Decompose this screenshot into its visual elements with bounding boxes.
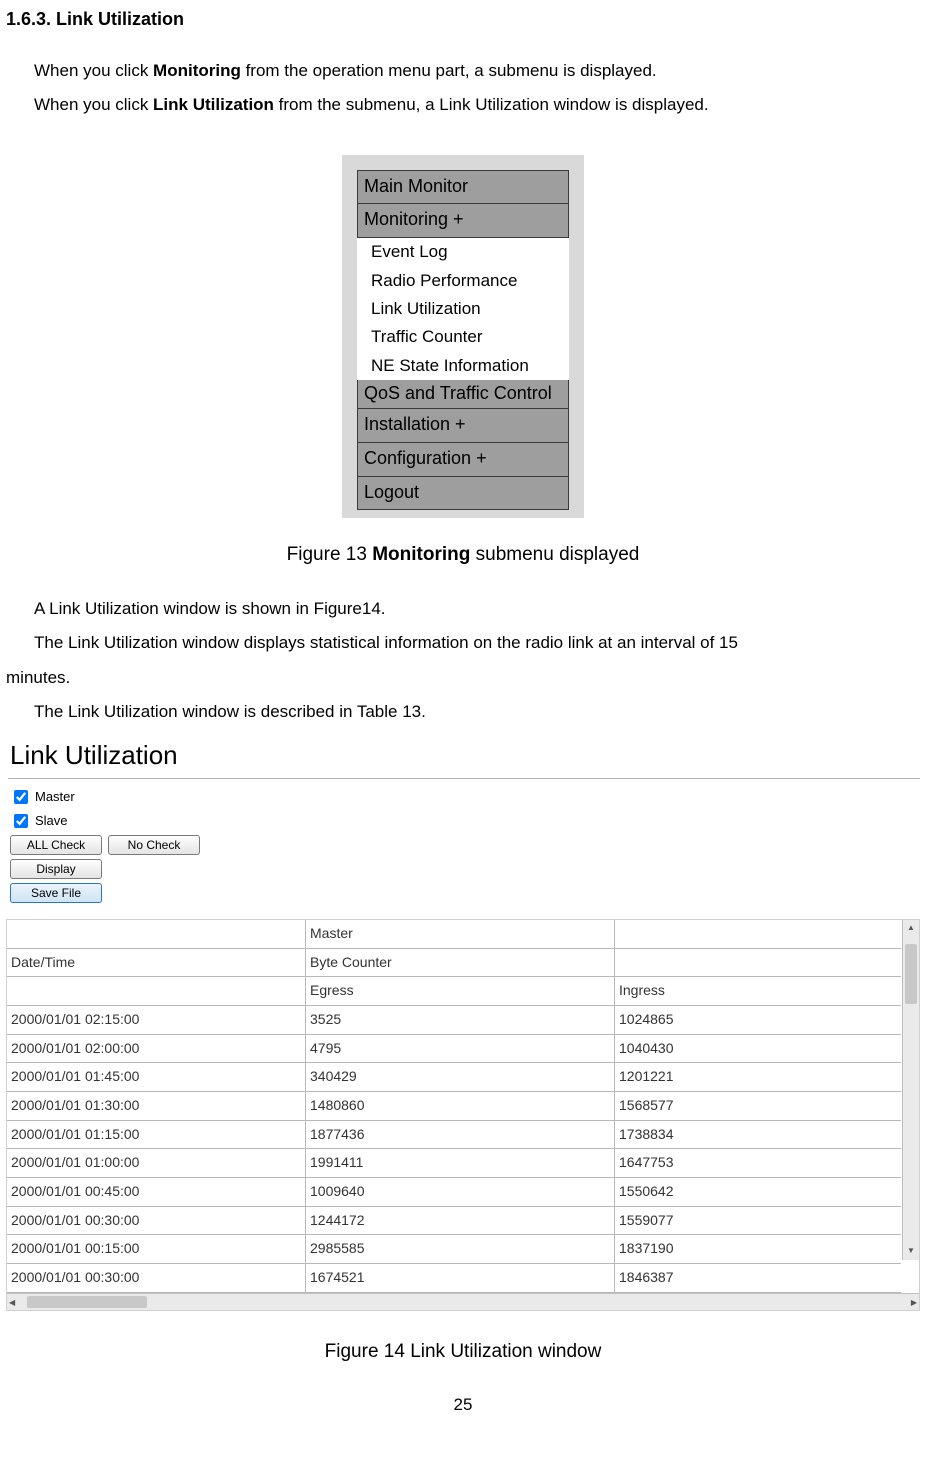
table-row: 2000/01/01 02:15:0035251024865 (7, 1005, 901, 1034)
cell-egress: 1009640 (306, 1178, 615, 1207)
cell-datetime: 2000/01/01 02:00:00 (7, 1034, 306, 1063)
master-checkbox[interactable] (14, 790, 28, 804)
text: When you click (34, 95, 153, 114)
cell-datetime: 2000/01/01 01:45:00 (7, 1063, 306, 1092)
cell-ingress: 1837190 (615, 1235, 902, 1264)
cell-ingress: 1568577 (615, 1091, 902, 1120)
figure14-window: Link Utilization Master Slave ALL Check … (6, 729, 922, 1311)
vertical-scrollbar[interactable] (902, 920, 919, 1260)
cell-ingress: 1024865 (615, 1005, 902, 1034)
cell-datetime: 2000/01/01 02:15:00 (7, 1005, 306, 1034)
submenu-item-ne-state[interactable]: NE State Information (357, 352, 569, 380)
master-label: Master (35, 787, 75, 807)
display-button[interactable]: Display (10, 859, 102, 879)
submenu-item-event-log[interactable]: Event Log (357, 238, 569, 266)
table-row: 2000/01/01 00:30:0016745211846387 (7, 1264, 901, 1293)
slave-checkbox[interactable] (14, 814, 28, 828)
table-row: 2000/01/01 01:15:0018774361738834 (7, 1120, 901, 1149)
all-check-button[interactable]: ALL Check (10, 835, 102, 855)
cell-egress: 340429 (306, 1063, 615, 1092)
slave-label: Slave (35, 811, 68, 831)
cell-egress: 1674521 (306, 1264, 615, 1293)
text: from the submenu, a Link Utilization win… (274, 95, 709, 114)
table-row: 2000/01/01 01:00:0019914111647753 (7, 1149, 901, 1178)
cell-ingress: 1738834 (615, 1120, 902, 1149)
mid-p1: A Link Utilization window is shown in Fi… (34, 596, 920, 622)
cell-datetime: 2000/01/01 01:30:00 (7, 1091, 306, 1120)
scrollbar-thumb[interactable] (905, 944, 917, 1004)
cell-ingress: 1647753 (615, 1149, 902, 1178)
mid-p2: The Link Utilization window displays sta… (34, 630, 920, 656)
cell-ingress: 1201221 (615, 1063, 902, 1092)
figure13-caption: Figure 13 Monitoring submenu displayed (6, 540, 920, 569)
menu-item-installation[interactable]: Installation + (357, 409, 569, 443)
cell-ingress: 1040430 (615, 1034, 902, 1063)
cell-datetime: 2000/01/01 01:15:00 (7, 1120, 306, 1149)
text: from the operation menu part, a submenu … (241, 61, 657, 80)
table-row: 2000/01/01 00:15:0029855851837190 (7, 1235, 901, 1264)
col-egress: Egress (306, 977, 615, 1006)
text-bold: Monitoring (372, 544, 470, 565)
link-utilization-title: Link Utilization (6, 729, 922, 777)
cell-datetime: 2000/01/01 00:30:00 (7, 1264, 306, 1293)
menu-item-monitoring[interactable]: Monitoring + (357, 204, 569, 238)
mid-p2b: minutes. (6, 665, 920, 691)
cell-ingress: 1846387 (615, 1264, 902, 1293)
text-bold: Monitoring (153, 61, 241, 80)
cell-egress: 3525 (306, 1005, 615, 1034)
cell-datetime: 2000/01/01 00:30:00 (7, 1206, 306, 1235)
cell-egress: 2985585 (306, 1235, 615, 1264)
cell-datetime: 2000/01/01 00:45:00 (7, 1178, 306, 1207)
intro-p2: When you click Link Utilization from the… (34, 92, 920, 118)
text: submenu displayed (470, 544, 639, 565)
table-row: 2000/01/01 02:00:0047951040430 (7, 1034, 901, 1063)
cell-ingress: 1559077 (615, 1206, 902, 1235)
mid-p3: The Link Utilization window is described… (34, 699, 920, 725)
cell-egress: 1244172 (306, 1206, 615, 1235)
table-row: 2000/01/01 01:30:0014808601568577 (7, 1091, 901, 1120)
intro-p1: When you click Monitoring from the opera… (34, 58, 920, 84)
figure13-menu: Main Monitor Monitoring + Event Log Radi… (342, 155, 584, 519)
horizontal-scrollbar[interactable] (7, 1293, 919, 1310)
menu-item-main-monitor[interactable]: Main Monitor (357, 170, 569, 205)
submenu-item-radio-performance[interactable]: Radio Performance (357, 267, 569, 295)
text: When you click (34, 61, 153, 80)
scrollbar-thumb[interactable] (27, 1296, 147, 1308)
cell-egress: 1480860 (306, 1091, 615, 1120)
text-bold: Link Utilization (153, 95, 274, 114)
section-heading: 1.6.3. Link Utilization (6, 6, 920, 34)
col-ingress: Ingress (615, 977, 902, 1006)
table-row: 2000/01/01 00:45:0010096401550642 (7, 1178, 901, 1207)
menu-item-configuration[interactable]: Configuration + (357, 443, 569, 477)
submenu-item-traffic-counter[interactable]: Traffic Counter (357, 323, 569, 351)
submenu-item-link-utilization[interactable]: Link Utilization (357, 295, 569, 323)
page-number: 25 (6, 1392, 920, 1418)
link-utilization-table: Master Date/Time Byte Counter Egress Ing… (7, 920, 901, 1293)
table-row: 2000/01/01 00:30:0012441721559077 (7, 1206, 901, 1235)
menu-item-logout[interactable]: Logout (357, 477, 569, 511)
cell-egress: 1991411 (306, 1149, 615, 1178)
table-row: 2000/01/01 01:45:003404291201221 (7, 1063, 901, 1092)
cell-datetime: 2000/01/01 00:15:00 (7, 1235, 306, 1264)
cell-datetime: 2000/01/01 01:00:00 (7, 1149, 306, 1178)
controls-panel: Master Slave ALL Check No Check Display … (6, 779, 922, 909)
no-check-button[interactable]: No Check (108, 835, 200, 855)
table-header-row: Master (7, 920, 901, 948)
figure14-caption: Figure 14 Link Utilization window (6, 1337, 920, 1366)
table-wrapper: Master Date/Time Byte Counter Egress Ing… (6, 919, 920, 1311)
save-file-button[interactable]: Save File (10, 883, 102, 903)
table-header-row: Date/Time Byte Counter (7, 948, 901, 977)
col-master: Master (306, 920, 615, 948)
cell-egress: 1877436 (306, 1120, 615, 1149)
menu-item-qos[interactable]: QoS and Traffic Control (357, 380, 569, 409)
cell-ingress: 1550642 (615, 1178, 902, 1207)
table-header-row: Egress Ingress (7, 977, 901, 1006)
col-bytecounter: Byte Counter (306, 948, 615, 977)
cell-egress: 4795 (306, 1034, 615, 1063)
text: Figure 13 (287, 544, 373, 565)
col-datetime: Date/Time (7, 948, 306, 977)
